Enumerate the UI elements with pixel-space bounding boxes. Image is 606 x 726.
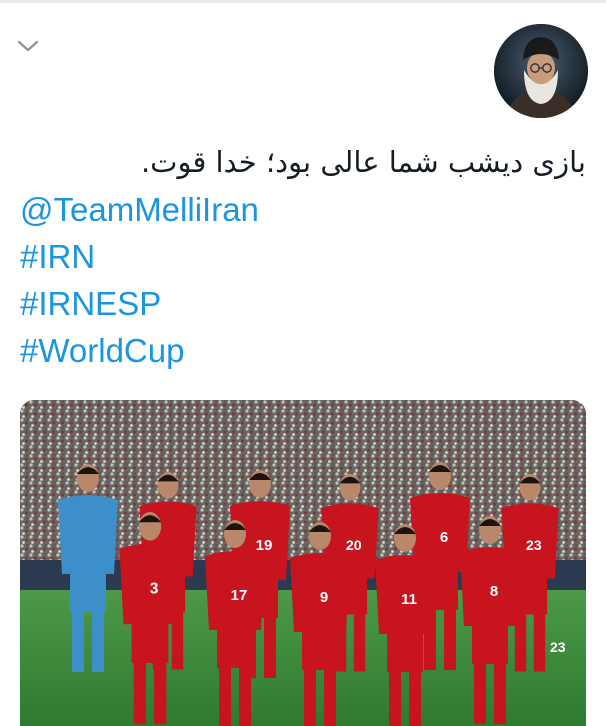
jersey-number: 11 — [401, 591, 417, 608]
mention-link[interactable]: @TeamMelliIran — [20, 186, 586, 233]
hashtag-worldcup-link[interactable]: #WorldCup — [20, 327, 586, 374]
jersey-number: 9 — [320, 589, 328, 606]
team-photo[interactable]: 19 20 6 23 3 17 9 11 8 23 — [20, 400, 586, 726]
jersey-number: 23 — [526, 538, 542, 554]
tweet-body: بازی دیشب شما عالی بود؛ خدا قوت. @TeamMe… — [20, 138, 586, 374]
jersey-number: 20 — [346, 538, 362, 554]
top-divider — [0, 0, 606, 3]
jersey-number: 3 — [150, 581, 159, 598]
avatar[interactable] — [494, 24, 588, 118]
jersey-number: 6 — [440, 529, 448, 546]
hashtag-irnesp-link[interactable]: #IRNESP — [20, 280, 586, 327]
jersey-number: 8 — [490, 583, 498, 600]
shorts-number: 23 — [550, 639, 566, 655]
chevron-down-icon[interactable] — [17, 38, 39, 52]
tweet-text-line: بازی دیشب شما عالی بود؛ خدا قوت. — [140, 145, 586, 179]
hashtag-irn-link[interactable]: #IRN — [20, 233, 586, 280]
team-photo-illustration: 19 20 6 23 3 17 9 11 8 23 — [20, 400, 586, 726]
jersey-number: 19 — [256, 537, 273, 554]
jersey-number: 17 — [231, 587, 248, 604]
